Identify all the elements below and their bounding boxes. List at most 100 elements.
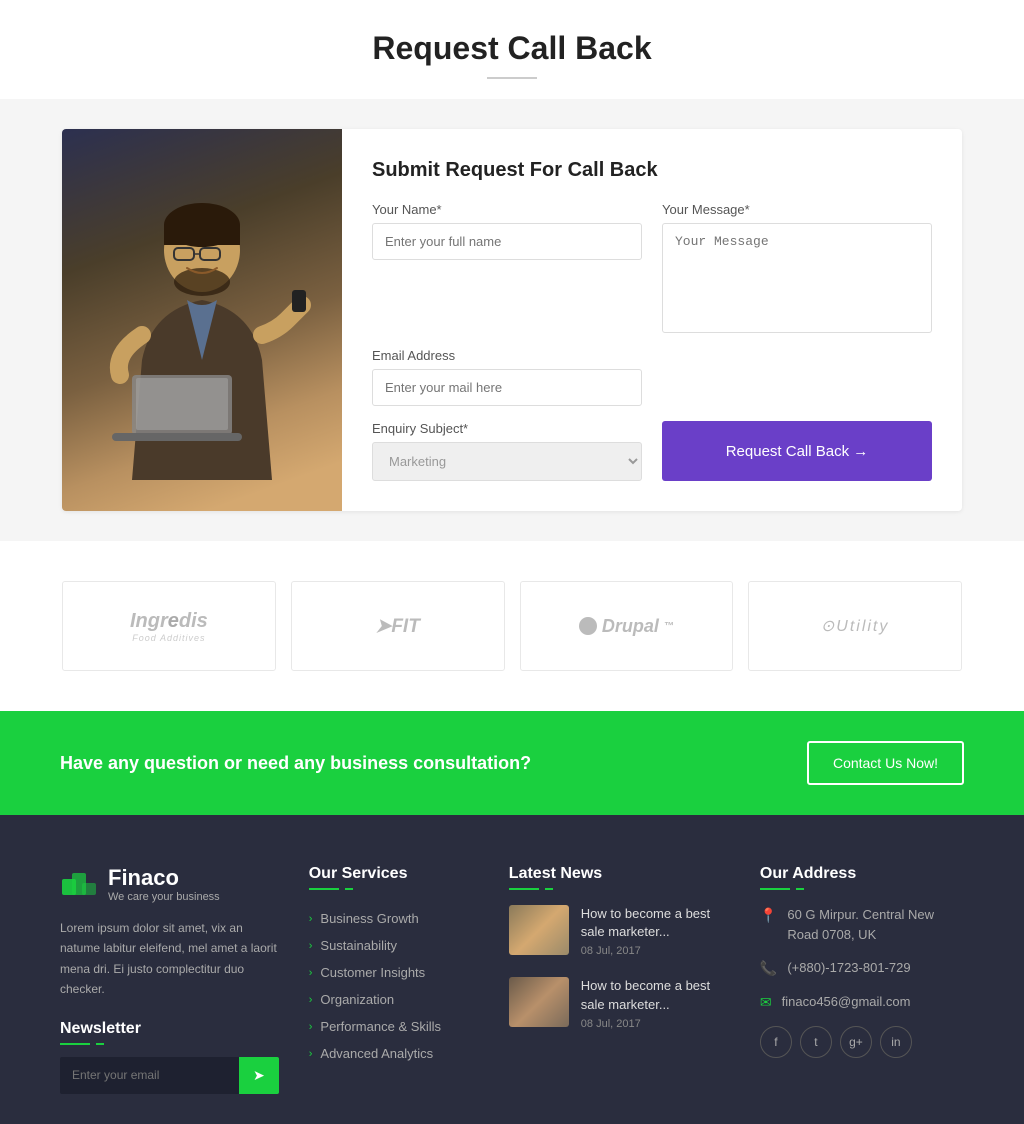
- news-item-2: How to become a best sale marketer... 08…: [509, 977, 730, 1029]
- title-divider: [487, 77, 537, 79]
- address-phone-text: (+880)-1723-801-729: [787, 958, 910, 978]
- email-input[interactable]: [372, 369, 642, 406]
- service-item-customer-insights[interactable]: › Customer Insights: [309, 959, 479, 986]
- news-divider: [509, 888, 730, 890]
- chevron-icon: ›: [309, 994, 313, 1006]
- service-label: Customer Insights: [320, 965, 425, 980]
- social-twitter-icon[interactable]: t: [800, 1026, 832, 1058]
- service-item-organization[interactable]: › Organization: [309, 986, 479, 1013]
- subject-select[interactable]: Marketing Sales Support Other: [372, 442, 642, 481]
- name-label: Your Name*: [372, 202, 642, 217]
- form-row-2: Email Address Enquiry Subject* Marketing…: [372, 348, 932, 481]
- address-divider: [760, 888, 964, 890]
- social-icons: f t g+ in: [760, 1026, 964, 1058]
- service-label: Advanced Analytics: [320, 1046, 433, 1061]
- chevron-icon: ›: [309, 1048, 313, 1060]
- subject-label: Enquiry Subject*: [372, 421, 642, 436]
- email-label: Email Address: [372, 348, 642, 363]
- chevron-icon: ›: [309, 913, 313, 925]
- newsletter-form: ➤: [60, 1057, 279, 1094]
- news-thumb-2: [509, 977, 569, 1027]
- address-location-text: 60 G Mirpur. Central New Road 0708, UK: [787, 905, 964, 944]
- service-label: Organization: [320, 992, 394, 1007]
- message-textarea[interactable]: [662, 223, 932, 333]
- brand-logo-icon: [60, 865, 98, 903]
- divider-line: [60, 1043, 90, 1045]
- cta-text: Have any question or need any business c…: [60, 753, 531, 774]
- news-content-2: How to become a best sale marketer... 08…: [581, 977, 730, 1029]
- subject-col: Enquiry Subject* Marketing Sales Support…: [372, 421, 642, 481]
- callbackform-section: Submit Request For Call Back Your Name* …: [0, 99, 1024, 541]
- page-title-section: Request Call Back: [0, 0, 1024, 99]
- footer-brand: Finaco We care your business: [60, 865, 279, 903]
- message-col: Your Message*: [662, 202, 932, 333]
- footer-brand-tagline: We care your business: [108, 891, 220, 903]
- email-col: Email Address: [372, 348, 642, 406]
- footer: Finaco We care your business Lorem ipsum…: [0, 815, 1024, 1124]
- form-left-bottom: Email Address Enquiry Subject* Marketing…: [372, 348, 642, 481]
- name-input[interactable]: [372, 223, 642, 260]
- address-location-item: 📍 60 G Mirpur. Central New Road 0708, UK: [760, 905, 964, 944]
- service-label: Performance & Skills: [320, 1019, 441, 1034]
- footer-brand-desc: Lorem ipsum dolor sit amet, vix an natum…: [60, 918, 279, 1000]
- address-title: Our Address: [760, 865, 964, 883]
- address-email-item: ✉ finaco456@gmail.com: [760, 992, 964, 1012]
- cta-button[interactable]: Contact Us Now!: [807, 741, 964, 785]
- partner-card-drupal: Drupal™: [520, 581, 734, 671]
- phone-icon: 📞: [760, 960, 777, 977]
- cta-banner: Have any question or need any business c…: [0, 711, 1024, 815]
- partner-logo-utility: ⊙Utility: [821, 616, 890, 636]
- partners-section: Ingredis Food Additives ➤FIT Drupal™ ⊙Ut…: [0, 541, 1024, 711]
- social-facebook-icon[interactable]: f: [760, 1026, 792, 1058]
- message-label: Your Message*: [662, 202, 932, 217]
- service-item-business-growth[interactable]: ›Business Growth: [309, 905, 479, 932]
- footer-col-services: Our Services ›Business Growth ›Sustainab…: [309, 865, 479, 1094]
- services-divider: [309, 888, 479, 890]
- page-title: Request Call Back: [20, 30, 1004, 67]
- service-item-performance-skills[interactable]: › Performance & Skills: [309, 1013, 479, 1040]
- chevron-icon: ›: [309, 1021, 313, 1033]
- footer-col-news: Latest News How to become a best sale ma…: [509, 865, 730, 1094]
- form-title: Submit Request For Call Back: [372, 159, 932, 182]
- news-thumb-1: [509, 905, 569, 955]
- service-item-sustainability[interactable]: ›Sustainability: [309, 932, 479, 959]
- services-list: ›Business Growth ›Sustainability ›Custom…: [309, 905, 479, 1067]
- newsletter-email-input[interactable]: [60, 1057, 239, 1094]
- newsletter-divider: [60, 1043, 279, 1045]
- chevron-icon: ›: [309, 967, 313, 979]
- partner-logo-ingredis: Ingredis Food Additives: [130, 610, 208, 643]
- form-row-1: Your Name* Your Message*: [372, 202, 932, 333]
- footer-col-brand: Finaco We care your business Lorem ipsum…: [60, 865, 279, 1094]
- service-item-advanced-analytics[interactable]: › Advanced Analytics: [309, 1040, 479, 1067]
- news-title: Latest News: [509, 865, 730, 883]
- callbackform-image: [62, 129, 342, 511]
- partner-logo-fit: ➤FIT: [375, 615, 419, 638]
- news-date-1: 08 Jul, 2017: [581, 945, 730, 957]
- location-icon: 📍: [760, 907, 777, 924]
- partner-card-utility: ⊙Utility: [748, 581, 962, 671]
- callbackform-form-area: Submit Request For Call Back Your Name* …: [342, 129, 962, 511]
- footer-grid: Finaco We care your business Lorem ipsum…: [60, 865, 964, 1094]
- address-email-text: finaco456@gmail.com: [782, 992, 911, 1012]
- news-link-1[interactable]: How to become a best sale marketer...: [581, 905, 730, 941]
- form-right-bottom: Request Call Back →: [662, 421, 932, 481]
- social-googleplus-icon[interactable]: g+: [840, 1026, 872, 1058]
- news-item-1: How to become a best sale marketer... 08…: [509, 905, 730, 957]
- services-title: Our Services: [309, 865, 479, 883]
- news-link-2[interactable]: How to become a best sale marketer...: [581, 977, 730, 1013]
- divider-dot: [96, 1043, 104, 1045]
- news-content-1: How to become a best sale marketer... 08…: [581, 905, 730, 957]
- person-image: [62, 129, 342, 511]
- footer-brand-text: Finaco We care your business: [108, 865, 220, 903]
- partners-container: Ingredis Food Additives ➤FIT Drupal™ ⊙Ut…: [62, 581, 962, 671]
- news-thumb-img-2: [509, 977, 569, 1027]
- service-label: Sustainability: [320, 938, 397, 953]
- newsletter-submit-btn[interactable]: ➤: [239, 1057, 279, 1094]
- social-linkedin-icon[interactable]: in: [880, 1026, 912, 1058]
- callbackform-container: Submit Request For Call Back Your Name* …: [62, 129, 962, 511]
- footer-brand-name: Finaco: [108, 865, 220, 891]
- footer-col-address: Our Address 📍 60 G Mirpur. Central New R…: [760, 865, 964, 1094]
- request-callbackbtn[interactable]: Request Call Back →: [662, 421, 932, 481]
- news-thumb-img-1: [509, 905, 569, 955]
- partner-logo-drupal: Drupal™: [579, 616, 674, 637]
